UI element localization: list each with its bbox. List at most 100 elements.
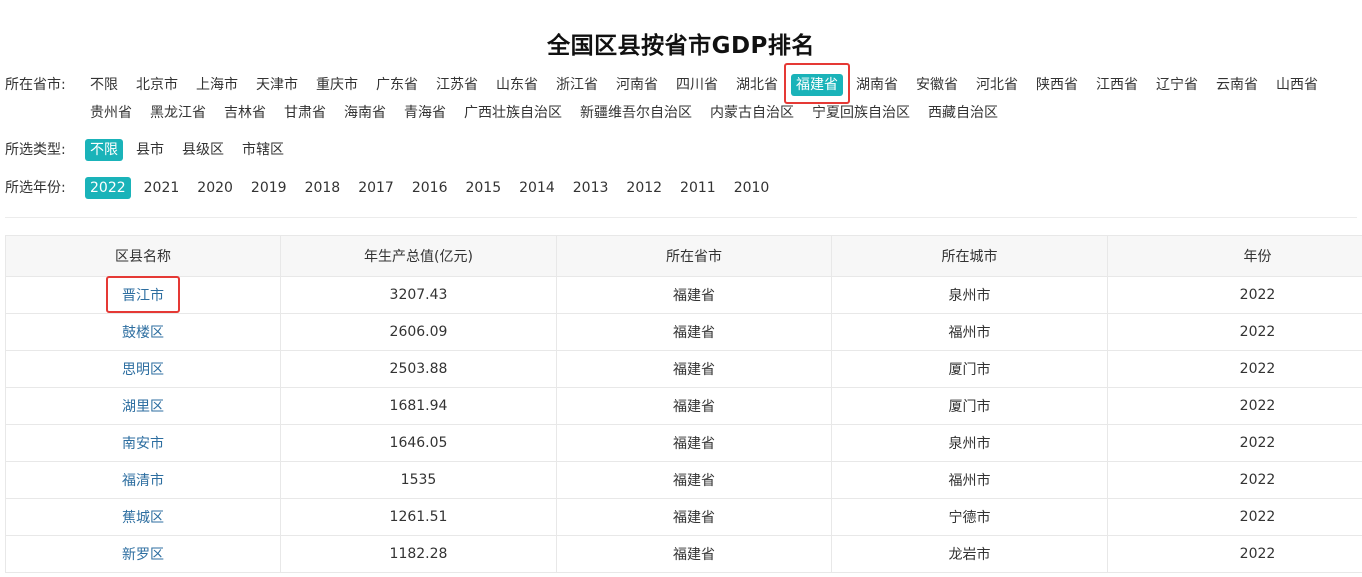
table-row: 蕉城区 1261.51 福建省 宁德市 2022	[5, 498, 1362, 536]
province-option[interactable]: 山西省	[1271, 74, 1323, 96]
gdp-cell: 1535	[280, 461, 557, 499]
city-cell: 厦门市	[831, 350, 1108, 388]
province-option[interactable]: 西藏自治区	[923, 102, 1003, 124]
year-option[interactable]: 2011	[675, 177, 721, 199]
year-option[interactable]: 2019	[246, 177, 292, 199]
city-cell: 福州市	[831, 461, 1108, 499]
district-link[interactable]: 晋江市	[122, 288, 164, 304]
year-option[interactable]: 2015	[460, 177, 506, 199]
province-option[interactable]: 陕西省	[1031, 74, 1083, 96]
province-option[interactable]: 湖南省	[851, 74, 903, 96]
type-filter: 所选类型: 不限 县市 县级区 市辖区	[5, 139, 1347, 167]
column-header: 年生产总值(亿元)	[280, 235, 557, 277]
year-filter-label: 所选年份:	[5, 180, 66, 196]
column-header: 所在省市	[556, 235, 832, 277]
year-option[interactable]: 2013	[568, 177, 614, 199]
province-option[interactable]: 黑龙江省	[145, 102, 211, 124]
type-option[interactable]: 县级区	[177, 139, 229, 161]
type-options: 不限 县市 县级区 市辖区	[85, 139, 1347, 167]
province-option[interactable]: 上海市	[191, 74, 243, 96]
gdp-cell: 2606.09	[280, 313, 557, 351]
type-filter-label: 所选类型:	[5, 142, 66, 158]
province-options: 不限 北京市 上海市 天津市 重庆市 广东省 江苏省 山东省 浙江省 河南省 四川省 湖北省 福建省 湖南…	[85, 63, 1347, 130]
province-option[interactable]: 北京市	[131, 74, 183, 96]
province-option[interactable]: 青海省	[399, 102, 451, 124]
province-option[interactable]: 湖北省	[731, 74, 783, 96]
year-cell: 2022	[1107, 276, 1362, 314]
type-option[interactable]: 市辖区	[237, 139, 289, 161]
year-option[interactable]: 2016	[407, 177, 453, 199]
city-cell: 龙岩市	[831, 535, 1108, 573]
province-option[interactable]: 吉林省	[219, 102, 271, 124]
gdp-cell: 1182.28	[280, 535, 557, 573]
province-option[interactable]: 海南省	[339, 102, 391, 124]
city-cell: 厦门市	[831, 387, 1108, 425]
district-link[interactable]: 南安市	[122, 436, 164, 452]
table-row: 南安市 1646.05 福建省 泉州市 2022	[5, 424, 1362, 462]
type-option[interactable]: 不限	[85, 139, 123, 161]
province-option[interactable]: 江苏省	[431, 74, 483, 96]
province-option-selected-wrap: 福建省	[784, 63, 850, 104]
year-option[interactable]: 2010	[729, 177, 775, 199]
province-option[interactable]: 广西壮族自治区	[459, 102, 567, 124]
province-option[interactable]: 贵州省	[85, 102, 137, 124]
province-option[interactable]: 内蒙古自治区	[705, 102, 799, 124]
city-cell: 福州市	[831, 313, 1108, 351]
year-option[interactable]: 2017	[353, 177, 399, 199]
year-option[interactable]: 2020	[192, 177, 238, 199]
province-option[interactable]: 云南省	[1211, 74, 1263, 96]
province-option[interactable]: 浙江省	[551, 74, 603, 96]
district-link[interactable]: 鼓楼区	[122, 325, 164, 341]
year-cell: 2022	[1107, 535, 1362, 573]
city-cell: 泉州市	[831, 424, 1108, 462]
table-row: 湖里区 1681.94 福建省 厦门市 2022	[5, 387, 1362, 425]
province-option[interactable]: 江西省	[1091, 74, 1143, 96]
province-cell: 福建省	[556, 424, 832, 462]
column-header: 区县名称	[5, 235, 281, 277]
year-option[interactable]: 2018	[300, 177, 346, 199]
year-option[interactable]: 2021	[139, 177, 185, 199]
province-option[interactable]: 四川省	[671, 74, 723, 96]
year-cell: 2022	[1107, 350, 1362, 388]
gdp-cell: 1646.05	[280, 424, 557, 462]
district-link[interactable]: 福清市	[122, 473, 164, 489]
province-option[interactable]: 重庆市	[311, 74, 363, 96]
district-link[interactable]: 蕉城区	[122, 510, 164, 526]
year-option[interactable]: 2022	[85, 177, 131, 199]
year-option[interactable]: 2014	[514, 177, 560, 199]
province-option[interactable]: 甘肃省	[279, 102, 331, 124]
province-option[interactable]: 山东省	[491, 74, 543, 96]
year-cell: 2022	[1107, 461, 1362, 499]
table-row: 鼓楼区 2606.09 福建省 福州市 2022	[5, 313, 1362, 351]
year-options: 2022 2021 2020 2019 2018 2017 2016 2015 2014 2013…	[85, 177, 1347, 205]
district-name-cell: 湖里区	[5, 387, 281, 425]
province-option[interactable]: 河北省	[971, 74, 1023, 96]
province-option[interactable]: 安徽省	[911, 74, 963, 96]
column-header: 年份	[1107, 235, 1362, 277]
province-option[interactable]: 广东省	[371, 74, 423, 96]
district-name-cell: 晋江市	[5, 276, 281, 314]
year-filter: 所选年份: 2022 2021 2020 2019 2018 2017 2016 2015 20…	[5, 177, 1347, 205]
district-name-cell: 思明区	[5, 350, 281, 388]
province-filter: 所在省市: 不限 北京市 上海市 天津市 重庆市 广东省 江苏省 山东省 浙江省 河南省 四川省 湖北…	[5, 63, 1347, 130]
province-cell: 福建省	[556, 276, 832, 314]
province-cell: 福建省	[556, 461, 832, 499]
type-option[interactable]: 县市	[131, 139, 169, 161]
province-option[interactable]: 福建省	[791, 74, 843, 96]
gdp-ranking-table: 区县名称 年生产总值(亿元) 所在省市 所在城市 年份 晋江市 3207.43 福建省 泉州市…	[5, 235, 1362, 573]
district-link-wrap: 晋江市	[106, 276, 180, 313]
province-option[interactable]: 不限	[85, 74, 123, 96]
district-link[interactable]: 新罗区	[122, 547, 164, 563]
province-option[interactable]: 辽宁省	[1151, 74, 1203, 96]
district-link[interactable]: 思明区	[122, 362, 164, 378]
province-cell: 福建省	[556, 535, 832, 573]
province-option[interactable]: 新疆维吾尔自治区	[575, 102, 697, 124]
province-option[interactable]: 天津市	[251, 74, 303, 96]
year-option[interactable]: 2012	[621, 177, 667, 199]
province-option[interactable]: 河南省	[611, 74, 663, 96]
city-cell: 宁德市	[831, 498, 1108, 536]
district-name-cell: 鼓楼区	[5, 313, 281, 351]
province-filter-label: 所在省市:	[5, 77, 66, 93]
province-option[interactable]: 宁夏回族自治区	[807, 102, 915, 124]
district-link[interactable]: 湖里区	[122, 399, 164, 415]
